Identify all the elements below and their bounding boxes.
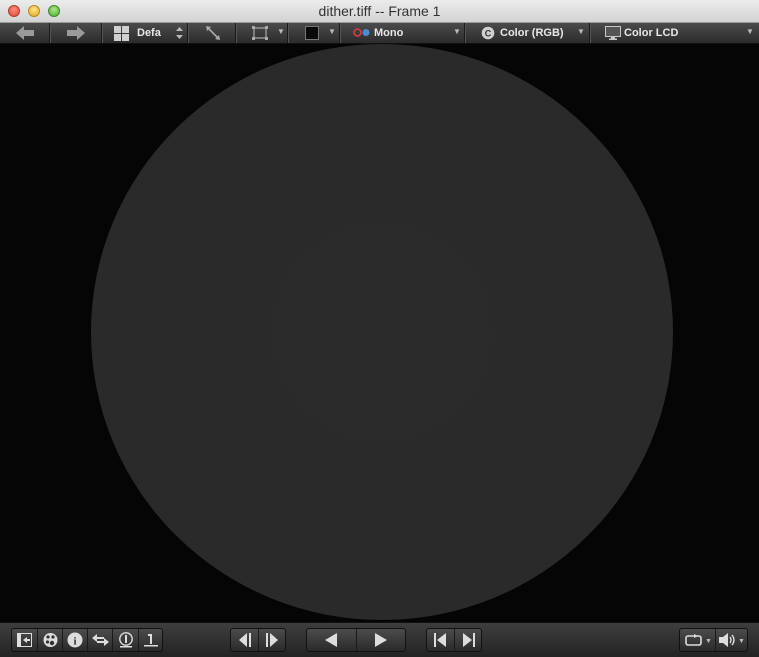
- forward-button[interactable]: [50, 23, 102, 43]
- swap-arrows-icon: [92, 634, 109, 646]
- back-button[interactable]: [0, 23, 50, 43]
- chevron-down-icon: ▼: [738, 638, 745, 645]
- next-frame-button[interactable]: [258, 629, 285, 651]
- playback-buttons: [306, 628, 406, 652]
- colorspace-label: Color (RGB): [500, 27, 564, 39]
- palette-icon: [43, 633, 58, 647]
- viewer-window: dither.tiff -- Frame 1 Defa ▼ ▼ Mono ▼ C…: [0, 0, 759, 657]
- chevron-down-icon: ▼: [746, 27, 754, 36]
- chevron-down-icon: ▼: [705, 638, 712, 645]
- grid-icon: [114, 26, 129, 41]
- svg-text:C: C: [485, 29, 492, 39]
- arrow-left-icon: [16, 26, 34, 40]
- play-reverse-icon: [325, 633, 337, 647]
- play-icon: [375, 633, 387, 647]
- chevron-down-icon: ▼: [277, 27, 285, 36]
- loop-icon: [685, 634, 702, 646]
- display-label: Color LCD: [624, 27, 679, 39]
- stepper-arrows-icon: [176, 27, 183, 39]
- display-popup[interactable]: Color LCD ▼: [590, 23, 759, 43]
- svg-text:i: i: [73, 636, 76, 648]
- frame-step-buttons: [230, 628, 286, 652]
- last-frame-button[interactable]: [454, 629, 481, 651]
- fit-button[interactable]: [188, 23, 236, 43]
- channels-icon: [353, 28, 370, 37]
- layout-popup[interactable]: Defa: [102, 23, 188, 43]
- crop-icon: [252, 26, 268, 40]
- chevron-down-icon: ▼: [328, 27, 336, 36]
- layout-label: Defa: [137, 27, 161, 39]
- bottom-toolbar: i ▼ ▼: [0, 622, 759, 657]
- first-last-buttons: [426, 628, 482, 652]
- loop-mode-popup[interactable]: ▼: [680, 629, 715, 651]
- image-canvas[interactable]: [0, 44, 759, 622]
- fit-icon: [206, 26, 220, 40]
- skip-forward-icon: [463, 633, 475, 647]
- actual-size-button[interactable]: [112, 629, 138, 651]
- inspector-buttons: i: [11, 628, 163, 652]
- toggle-sidebar-button[interactable]: [12, 629, 37, 651]
- color-adjust-button[interactable]: [37, 629, 62, 651]
- info-icon: i: [67, 632, 83, 648]
- crop-popup[interactable]: ▼: [236, 23, 288, 43]
- step-back-icon: [239, 633, 251, 647]
- speaker-icon: [719, 633, 735, 647]
- volume-popup[interactable]: ▼: [715, 629, 747, 651]
- top-toolbar: Defa ▼ ▼ Mono ▼ C Color (RGB) ▼ Color LC…: [0, 23, 759, 44]
- one-pixel-icon: [144, 634, 158, 647]
- swap-button[interactable]: [87, 629, 112, 651]
- one-to-one-icon: [119, 632, 133, 648]
- color-icon: C: [481, 26, 495, 40]
- arrow-right-icon: [67, 26, 85, 40]
- title-bar: dither.tiff -- Frame 1: [0, 0, 759, 23]
- previous-frame-button[interactable]: [231, 629, 258, 651]
- colorspace-popup[interactable]: C Color (RGB) ▼: [465, 23, 590, 43]
- chevron-down-icon: ▼: [577, 27, 585, 36]
- play-forward-button[interactable]: [356, 629, 405, 651]
- window-title: dither.tiff -- Frame 1: [318, 3, 441, 19]
- info-button[interactable]: i: [62, 629, 87, 651]
- loop-volume-buttons: ▼ ▼: [679, 628, 748, 652]
- background-popup[interactable]: ▼: [288, 23, 340, 43]
- first-frame-button[interactable]: [427, 629, 454, 651]
- image-content: [91, 44, 673, 620]
- sidebar-icon: [17, 633, 32, 647]
- background-swatch-icon: [305, 26, 319, 40]
- monitor-icon: [605, 26, 621, 40]
- play-backward-button[interactable]: [307, 629, 356, 651]
- step-forward-icon: [266, 633, 278, 647]
- channel-label: Mono: [374, 27, 404, 39]
- pixel-size-button[interactable]: [138, 629, 162, 651]
- skip-back-icon: [434, 633, 446, 647]
- chevron-down-icon: ▼: [453, 27, 461, 36]
- channels-popup[interactable]: Mono ▼: [340, 23, 465, 43]
